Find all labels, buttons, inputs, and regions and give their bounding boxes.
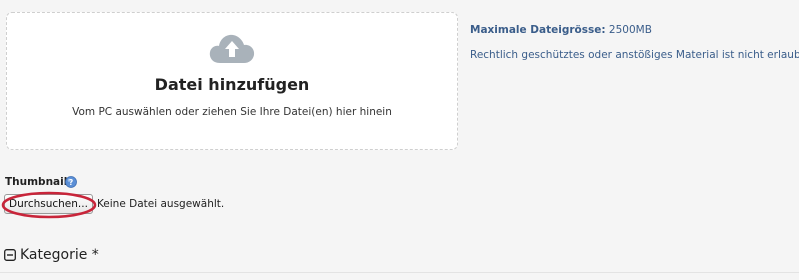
collapse-minus-icon[interactable]	[4, 249, 16, 261]
browse-button[interactable]: Durchsuchen...	[4, 194, 93, 214]
svg-text:?: ?	[69, 178, 73, 187]
thumbnail-label: Thumbnail	[5, 176, 68, 188]
max-size-row: Maximale Dateigrösse: 2500MB	[470, 24, 796, 36]
dropzone-title: Datei hinzufügen	[154, 75, 310, 94]
file-dropzone[interactable]: Datei hinzufügen Vom PC auswählen oder z…	[6, 12, 458, 150]
section-divider	[0, 272, 799, 273]
upload-info: Maximale Dateigrösse: 2500MB Rechtlich g…	[470, 24, 799, 74]
max-size-label: Maximale Dateigrösse:	[470, 24, 606, 36]
thumbnail-file-input: Durchsuchen... Keine Datei ausgewählt.	[4, 193, 224, 215]
no-file-text: Keine Datei ausgewählt.	[96, 198, 225, 210]
max-size-value: 2500MB	[608, 24, 652, 36]
category-label: Kategorie *	[20, 247, 99, 263]
cloud-upload-icon	[209, 34, 255, 63]
category-section-header[interactable]: Kategorie *	[4, 247, 99, 263]
upload-form: Datei hinzufügen Vom PC auswählen oder z…	[0, 0, 799, 280]
content-notice: Rechtlich geschütztes oder anstößiges Ma…	[470, 49, 799, 61]
help-icon[interactable]: ?	[65, 176, 77, 188]
dropzone-subtitle: Vom PC auswählen oder ziehen Sie Ihre Da…	[72, 106, 392, 118]
